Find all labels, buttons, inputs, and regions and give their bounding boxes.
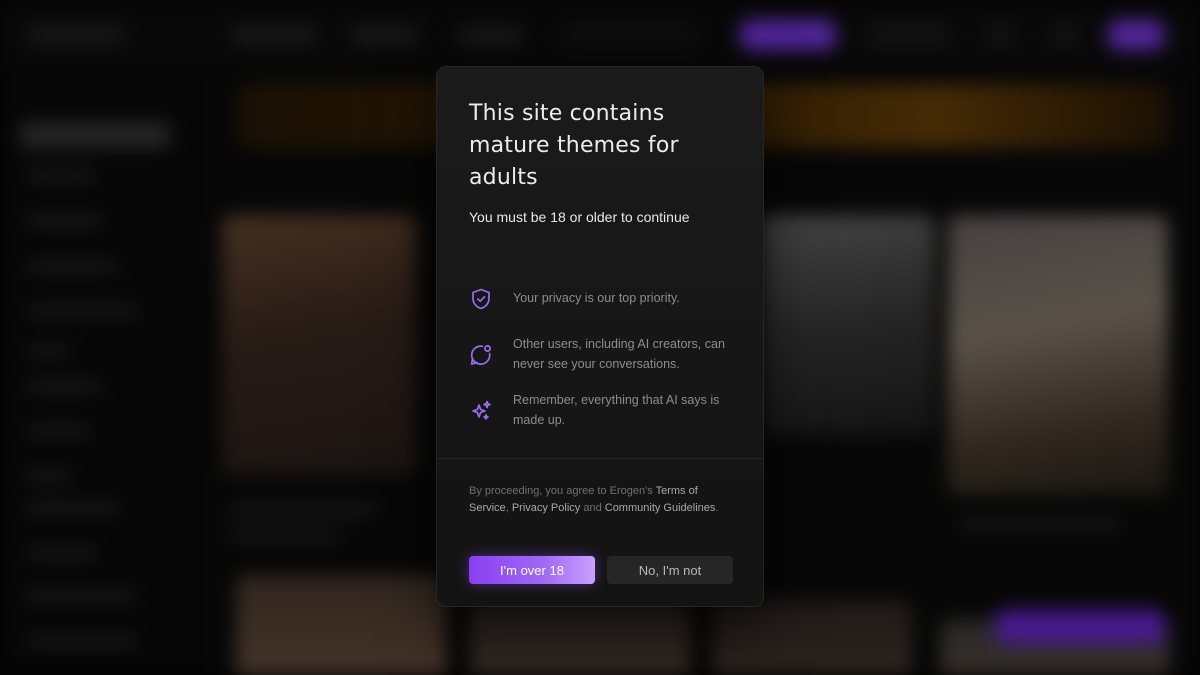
feature-privacy: Your privacy is our top priority. xyxy=(469,287,739,311)
dialog-subtitle: You must be 18 or older to continue xyxy=(469,209,690,225)
age-verification-dialog: This site contains mature themes for adu… xyxy=(436,66,764,607)
feature-disclaimer-text: Remember, everything that AI says is mad… xyxy=(513,393,720,427)
legal-prefix: By proceeding, you agree to Erogen's xyxy=(469,485,656,497)
chat-bubble-icon xyxy=(469,343,493,367)
feature-conversations: Other users, including AI creators, can … xyxy=(469,334,739,374)
community-guidelines-link[interactable]: Community Guidelines xyxy=(605,502,716,514)
feature-privacy-text: Your privacy is our top priority. xyxy=(513,291,680,305)
legal-and: and xyxy=(580,501,605,514)
feature-disclaimer: Remember, everything that AI says is mad… xyxy=(469,390,739,430)
confirm-age-button[interactable]: I'm over 18 xyxy=(469,556,595,584)
feature-conversations-text: Other users, including AI creators, can … xyxy=(513,337,725,371)
legal-notice: By proceeding, you agree to Erogen's Ter… xyxy=(469,483,729,516)
privacy-policy-link[interactable]: Privacy Policy xyxy=(512,502,580,514)
sparkles-icon xyxy=(469,399,493,423)
legal-suffix: . xyxy=(715,501,719,514)
dialog-title: This site contains mature themes for adu… xyxy=(469,101,679,190)
shield-check-icon xyxy=(469,287,493,311)
dialog-divider xyxy=(437,458,763,459)
decline-age-button[interactable]: No, I'm not xyxy=(607,556,733,584)
